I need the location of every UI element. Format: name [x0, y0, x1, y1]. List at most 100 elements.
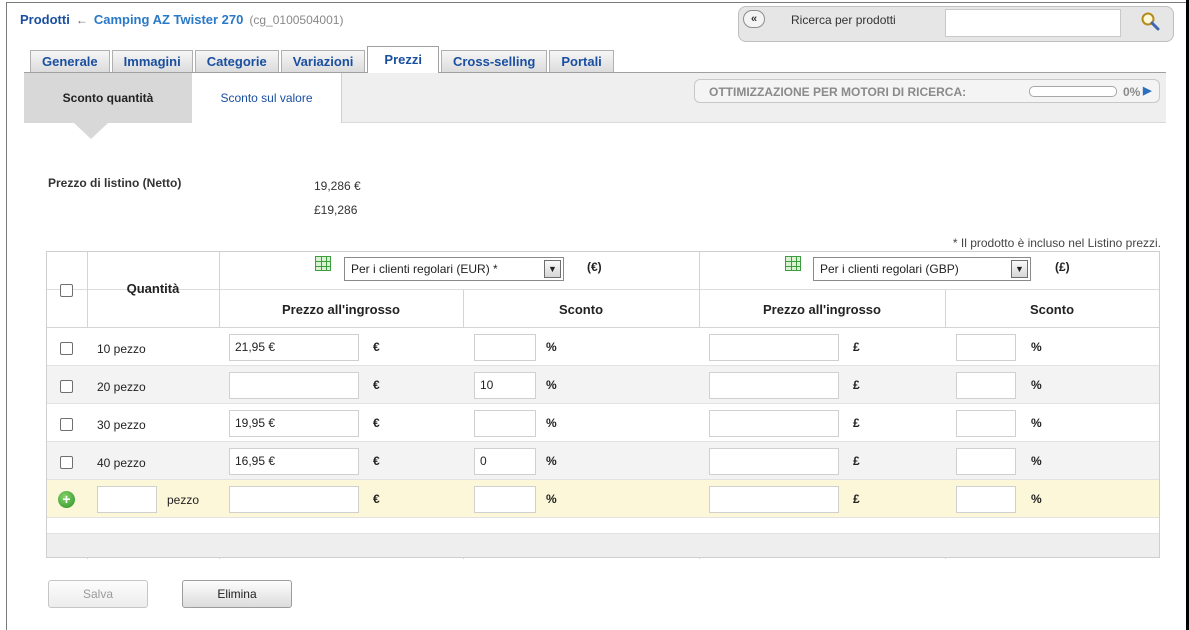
row-checkbox[interactable]: [60, 418, 73, 431]
list-price-label: Prezzo di listino (Netto): [48, 176, 182, 190]
spreadsheet-icon[interactable]: [785, 256, 801, 271]
percent-symbol: %: [546, 378, 557, 392]
eur-price-input[interactable]: [229, 372, 359, 399]
new-row: + pezzo € % £ %: [47, 480, 1159, 518]
percent-symbol: %: [1031, 416, 1042, 430]
percent-symbol: %: [1031, 454, 1042, 468]
unit-label: pezzo: [167, 493, 200, 507]
percent-symbol: %: [1031, 378, 1042, 392]
percent-symbol: %: [546, 454, 557, 468]
gbp-discount-input[interactable]: [956, 334, 1016, 361]
quantity-cell: 10 pezzo: [97, 342, 146, 356]
tab-cross-selling[interactable]: Cross-selling: [440, 50, 548, 72]
tab-variazioni[interactable]: Variazioni: [280, 50, 366, 72]
gbp-discount-header: Sconto: [1029, 302, 1075, 317]
euro-symbol: €: [373, 492, 380, 506]
gbp-discount-input[interactable]: [956, 448, 1016, 475]
gbp-discount-input[interactable]: [956, 410, 1016, 437]
add-icon[interactable]: +: [58, 491, 75, 508]
eur-discount-input[interactable]: [474, 410, 536, 437]
gbp-wholesale-header: Prezzo all'ingrosso: [763, 302, 881, 317]
collapse-search-button[interactable]: «: [743, 10, 765, 28]
tab-generale[interactable]: Generale: [30, 50, 110, 72]
eur-discount-input[interactable]: 0: [474, 448, 536, 475]
table-row: 30 pezzo 19,95 € € % £ %: [47, 404, 1159, 442]
select-all-checkbox[interactable]: [60, 284, 73, 297]
table-row: 10 pezzo 21,95 € € % £ %: [47, 328, 1159, 366]
row-checkbox[interactable]: [60, 456, 73, 469]
breadcrumb: Prodotti ← Camping AZ Twister 270 (cg_01…: [20, 12, 343, 34]
gbp-customer-group-select[interactable]: Per i clienti regolari (GBP) ▼: [813, 257, 1031, 281]
seo-label: OTTIMIZZAZIONE PER MOTORI DI RICERCA:: [709, 85, 967, 99]
seo-percent: 0%: [1123, 85, 1141, 99]
eur-price-input[interactable]: 21,95 €: [229, 334, 359, 361]
gbp-price-input[interactable]: [709, 372, 839, 399]
percent-symbol: %: [546, 340, 557, 354]
page-title: Camping AZ Twister 270: [93, 12, 244, 27]
eur-discount-input[interactable]: 10: [474, 372, 536, 399]
product-search-box: « Ricerca per prodotti: [738, 6, 1174, 42]
pound-symbol: £: [853, 378, 860, 392]
subtab-value-discount[interactable]: Sconto sul valore: [192, 73, 342, 123]
tab-immagini[interactable]: Immagini: [111, 50, 193, 72]
breadcrumb-products-link[interactable]: Prodotti: [20, 12, 70, 27]
pound-symbol: £: [853, 454, 860, 468]
subtab-pointer-icon: [74, 123, 108, 139]
euro-symbol: €: [373, 454, 380, 468]
search-button[interactable]: [1131, 9, 1169, 35]
seo-progress-bar: [1029, 86, 1117, 97]
chevron-down-icon: ▼: [544, 260, 561, 278]
play-arrow-icon[interactable]: ▶: [1143, 84, 1151, 97]
euro-symbol: €: [373, 416, 380, 430]
subtab-quantity-discount[interactable]: Sconto quantità: [24, 73, 192, 123]
eur-price-input[interactable]: 19,95 €: [229, 410, 359, 437]
spreadsheet-icon[interactable]: [315, 256, 331, 271]
percent-symbol: %: [1031, 492, 1042, 506]
gbp-price-input[interactable]: [709, 486, 839, 513]
new-quantity-input[interactable]: [97, 486, 157, 513]
tab-categorie[interactable]: Categorie: [194, 50, 279, 72]
eur-customer-group-select[interactable]: Per i clienti regolari (EUR) * ▼: [344, 257, 564, 281]
percent-symbol: %: [546, 416, 557, 430]
gbp-select-value: Per i clienti regolari (GBP): [820, 262, 959, 276]
tab-portali[interactable]: Portali: [549, 50, 614, 72]
gbp-discount-input[interactable]: [956, 486, 1016, 513]
eur-wholesale-header: Prezzo all'ingrosso: [282, 302, 400, 317]
list-price-gbp: £19,286: [314, 203, 358, 217]
pound-symbol: £: [853, 492, 860, 506]
table-row: 40 pezzo 16,95 € € 0 % £ %: [47, 442, 1159, 480]
list-price-eur: 19,286 €: [314, 179, 361, 193]
gbp-discount-input[interactable]: [956, 372, 1016, 399]
gbp-price-input[interactable]: [709, 334, 839, 361]
tab-prezzi[interactable]: Prezzi: [367, 46, 439, 73]
save-button[interactable]: Salva: [48, 580, 148, 608]
table-footer: [47, 534, 1159, 557]
pound-symbol: £: [853, 416, 860, 430]
table-row: 20 pezzo € 10 % £ %: [47, 366, 1159, 404]
gbp-currency-label: (£): [1055, 260, 1070, 274]
percent-symbol: %: [546, 492, 557, 506]
main-tabs: Generale Immagini Categorie Variazioni P…: [30, 46, 614, 73]
eur-select-value: Per i clienti regolari (EUR) *: [351, 262, 498, 276]
delete-button[interactable]: Elimina: [182, 580, 292, 608]
gbp-price-input[interactable]: [709, 448, 839, 475]
pound-symbol: £: [853, 340, 860, 354]
eur-discount-input[interactable]: [474, 486, 536, 513]
eur-price-input[interactable]: [229, 486, 359, 513]
price-list-note: * Il prodotto è incluso nel Listino prez…: [952, 236, 1161, 250]
breadcrumb-arrow-icon: ←: [75, 13, 88, 27]
row-checkbox[interactable]: [60, 380, 73, 393]
euro-symbol: €: [373, 340, 380, 354]
quantity-discount-table: Quantità Per i clienti regolari (EUR) * …: [46, 251, 1160, 559]
search-input[interactable]: [945, 9, 1121, 37]
gbp-price-input[interactable]: [709, 410, 839, 437]
quantity-cell: 20 pezzo: [97, 380, 146, 394]
eur-discount-header: Sconto: [558, 302, 604, 317]
row-checkbox[interactable]: [60, 342, 73, 355]
seo-indicator[interactable]: OTTIMIZZAZIONE PER MOTORI DI RICERCA: 0%…: [694, 79, 1160, 103]
quantity-cell: 30 pezzo: [97, 418, 146, 432]
product-code: (cg_0100504001): [249, 13, 344, 27]
eur-price-input[interactable]: 16,95 €: [229, 448, 359, 475]
eur-discount-input[interactable]: [474, 334, 536, 361]
euro-symbol: €: [373, 378, 380, 392]
